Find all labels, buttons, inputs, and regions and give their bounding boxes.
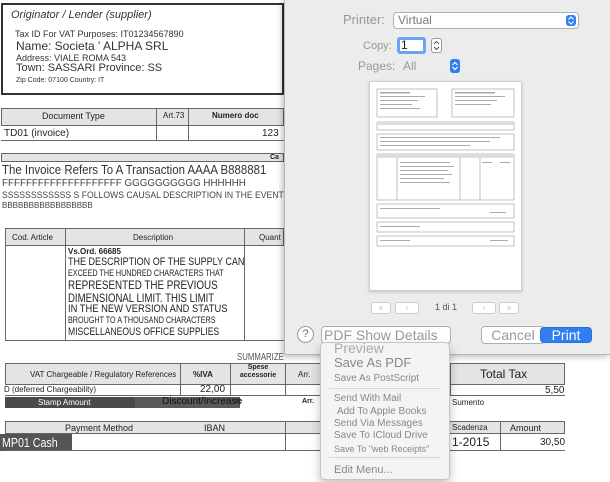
printer-select[interactable]: Virtual [393, 12, 579, 29]
payment-method-header: Payment Method [65, 423, 134, 433]
chevron-updown-icon [450, 59, 460, 73]
menu-item-save-to-web-receipts[interactable]: Save To "web Receipts" [334, 444, 429, 454]
ffff-line: FFFFFFFFFFFFFFFFFFFF GGGGGGGGGG HHHHHH [2, 178, 246, 189]
prev-page-first-button[interactable]: « [371, 302, 391, 314]
menu-item-add-to-apple-books[interactable]: Add To Apple Books [337, 406, 426, 417]
causal-header: Ca [270, 154, 279, 161]
payment-method-value: MP01 Cash [2, 435, 58, 450]
help-icon: ? [302, 328, 309, 340]
description-header: Description [133, 233, 174, 242]
transaction-line: The Invoice Refers To A Transaction AAAA… [2, 162, 267, 177]
supplier-zip: Zip Code: 07100 Country: IT [16, 77, 105, 84]
divider [5, 395, 565, 396]
divider [65, 228, 66, 341]
total-tax-header: Total Tax [480, 367, 528, 381]
pages-value: All [403, 59, 417, 73]
invoice-thumbnail-image [376, 88, 515, 247]
divider [500, 421, 501, 451]
divider [180, 363, 181, 396]
desc-line: MISCELLANEOUS OFFICE SUPPLIES [68, 326, 220, 338]
page-preview [369, 81, 522, 291]
printer-label: Printer: [343, 12, 385, 27]
supplier-name: Name: Societa ' ALPHA SRL [16, 39, 169, 53]
supplier-box: Originator / Lender (supplier) Tax ID Fo… [1, 3, 284, 95]
divider [450, 363, 451, 396]
next-page-button[interactable]: › [472, 302, 496, 314]
stamp-amount: Stamp Amount [38, 398, 91, 407]
menu-item-send-with-mail[interactable]: Send With Mail [334, 393, 401, 404]
divider [1, 140, 284, 141]
causal-line: SSSSSSSSSSSS S FOLLOWS CAUSAL DESCRIPTIO… [2, 190, 308, 200]
supplier-town: Town: SASSARI Province: SS [16, 62, 163, 74]
menu-item-send-via-messages[interactable]: Send Via Messages [334, 418, 423, 429]
vat-rate: 22,00 [200, 384, 226, 395]
copies-field[interactable]: 1 [397, 37, 426, 54]
art73-header: Art.73 [163, 111, 185, 120]
bbbb-line: BBBBBBBBBBBBBBBBB [2, 201, 93, 210]
copies-value: 1 [401, 38, 408, 52]
iva-header: %IVA [193, 370, 213, 379]
causal-header-row [1, 153, 284, 162]
menu-separator [329, 457, 441, 458]
amount-header: Amount [510, 423, 542, 433]
page-indicator: 1 di 1 [435, 302, 458, 312]
chevron-updown-icon [566, 15, 576, 26]
payment-date: 1-2015 [452, 435, 490, 449]
pages-select[interactable]: All [401, 58, 463, 74]
spese-header: Spese accessorie [239, 364, 277, 379]
supplier-tax-id: Tax ID For VAT Purposes: IT01234567890 [15, 29, 184, 39]
desc-line: BROUGHT TO A THOUSAND CHARACTERS [68, 315, 216, 325]
vat-row-label: D (deferred Chargeability) [4, 385, 97, 394]
ne-label: ne [234, 398, 243, 405]
divider [285, 421, 286, 451]
pages-label: Pages: [358, 59, 396, 73]
cancel-button[interactable]: Cancel [481, 326, 545, 344]
desc-line: IN THE NEW VERSION AND STATUS [68, 303, 228, 315]
divider [156, 108, 157, 140]
scadenza-header: Scadenza [452, 423, 488, 432]
doc-num-header: Numero doc [212, 111, 259, 120]
print-button[interactable]: Print [540, 327, 592, 343]
menu-item-preview[interactable]: Preview [334, 340, 384, 356]
order-ref: Vs.Ord. 66685 [68, 247, 121, 256]
printer-value: Virtual [398, 13, 432, 27]
menu-item-save-as-postscript[interactable]: Save As PostScript [334, 373, 419, 384]
copies-label: Copy: [363, 40, 392, 52]
doc-type-value: TD01 (invoice) [4, 128, 70, 139]
divider [188, 108, 189, 140]
vat-header: VAT Chargeable / Regulatory References [30, 370, 177, 379]
next-page-last-button[interactable]: » [499, 302, 519, 314]
pdf-dropdown-menu: Preview Save As PDF Save As PostScript S… [320, 340, 450, 480]
divider [285, 363, 286, 396]
stepper-arrows-icon [433, 40, 440, 51]
arr2-label: Arr. [302, 398, 315, 405]
menu-item-edit-menu[interactable]: Edit Menu... [334, 464, 393, 476]
supplier-header: Originator / Lender (supplier) [11, 9, 152, 21]
menu-item-save-as-pdf[interactable]: Save As PDF [334, 355, 411, 370]
cod-article-header: Cod. Article [12, 233, 53, 242]
quantity-header: Quant [259, 233, 281, 242]
arr-header: Arr. [298, 370, 311, 379]
desc-line: EXCEED THE HUNDRED CHARACTERS THAT [68, 268, 224, 278]
payment-amount: 30,50 [540, 437, 566, 448]
sumento-label: Sumento [452, 398, 485, 407]
menu-separator [329, 388, 441, 389]
copies-stepper[interactable] [431, 38, 442, 53]
divider [5, 228, 6, 341]
prev-page-button[interactable]: ‹ [395, 302, 419, 314]
desc-line: REPRESENTED THE PREVIOUS [68, 278, 218, 292]
doc-num-value: 123 [262, 128, 279, 139]
divider [5, 450, 565, 451]
divider [230, 363, 231, 396]
print-dialog: Printer: Virtual Copy: 1 Pages: All « ‹ … [284, 0, 610, 355]
help-button[interactable]: ? [297, 326, 314, 343]
iban-header: IBAN [204, 423, 226, 433]
menu-item-save-to-icloud-drive[interactable]: Save To ICloud Drive [334, 430, 428, 441]
doc-type-header: Document Type [42, 111, 105, 121]
desc-line: THE DESCRIPTION OF THE SUPPLY CAN [68, 256, 245, 268]
discount-increase: Discount/Increase [162, 396, 243, 407]
divider [5, 340, 284, 341]
